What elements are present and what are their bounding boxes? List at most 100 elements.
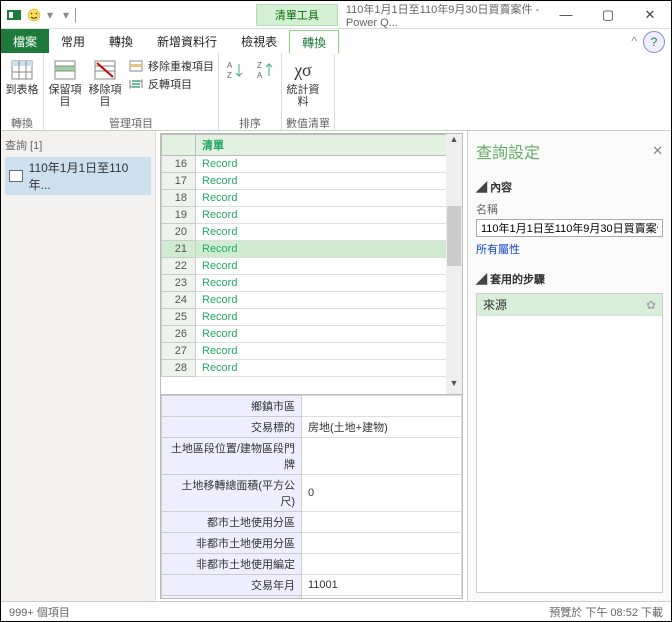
- ribbon-collapse[interactable]: ^: [631, 29, 643, 53]
- section-steps: 套用的步驟: [476, 271, 663, 287]
- sort-desc-icon: ZA: [253, 58, 277, 82]
- detail-row: 非都市土地使用編定: [162, 553, 462, 574]
- sort-asc-button[interactable]: AZ: [223, 56, 247, 82]
- reverse-items-button[interactable]: 反轉項目: [128, 76, 214, 92]
- row-value[interactable]: Record: [196, 292, 462, 309]
- row-value[interactable]: Record: [196, 173, 462, 190]
- list-row[interactable]: 18Record: [162, 190, 462, 207]
- close-button[interactable]: ✕: [629, 2, 671, 28]
- list-row[interactable]: 21Record: [162, 241, 462, 258]
- detail-key: 交易年月: [162, 574, 302, 595]
- scroll-thumb[interactable]: [447, 206, 461, 266]
- queries-pane: 查詢 [1] 110年1月1日至110年...: [1, 131, 156, 601]
- row-number: 23: [162, 275, 196, 292]
- list-row[interactable]: 25Record: [162, 309, 462, 326]
- query-item[interactable]: 110年1月1日至110年...: [5, 157, 151, 195]
- row-number: 20: [162, 224, 196, 241]
- list-scrollbar[interactable]: ▲ ▼: [446, 134, 462, 394]
- contextual-tools-label: 清單工具: [256, 4, 338, 26]
- row-value[interactable]: Record: [196, 343, 462, 360]
- group-manage: 保留項目 移除項目 移除重複項目 反轉項目 管理項目: [44, 53, 219, 130]
- list-row[interactable]: 28Record: [162, 360, 462, 377]
- list-row[interactable]: 17Record: [162, 173, 462, 190]
- svg-text:A: A: [257, 71, 263, 80]
- tab-home[interactable]: 常用: [49, 29, 97, 53]
- queries-header: 查詢 [1]: [5, 137, 151, 153]
- statusbar: 999+ 個項目 預覽於 下午 08:52 下載: [1, 601, 671, 621]
- row-value[interactable]: Record: [196, 207, 462, 224]
- settings-title: 查詢設定 ✕: [476, 139, 663, 163]
- tab-addcolumn[interactable]: 新增資料行: [145, 29, 229, 53]
- row-value[interactable]: Record: [196, 309, 462, 326]
- list-table: 清單 16Record17Record18Record19Record20Rec…: [161, 134, 462, 394]
- row-value[interactable]: Record: [196, 275, 462, 292]
- sigma-icon: χσ: [291, 58, 315, 82]
- maximize-button[interactable]: ▢: [587, 2, 629, 28]
- list-row[interactable]: 22Record: [162, 258, 462, 275]
- remove-items-button[interactable]: 移除項目: [88, 56, 122, 108]
- menubar: 檔案 常用 轉換 新增資料行 檢視表 轉換 ^ ?: [1, 29, 671, 53]
- row-number: 27: [162, 343, 196, 360]
- row-value[interactable]: Record: [196, 258, 462, 275]
- query-name-input[interactable]: [476, 219, 663, 237]
- status-left: 999+ 個項目: [9, 604, 70, 620]
- row-value[interactable]: Record: [196, 241, 462, 258]
- row-number: 28: [162, 360, 196, 377]
- detail-key: 都市土地使用分區: [162, 511, 302, 532]
- minimize-button[interactable]: —: [545, 2, 587, 28]
- query-icon: [9, 170, 23, 182]
- sort-asc-icon: AZ: [223, 58, 247, 82]
- tab-transform[interactable]: 轉換: [97, 29, 145, 53]
- detail-value: [302, 437, 462, 474]
- list-row[interactable]: 26Record: [162, 326, 462, 343]
- detail-key: 土地區段位置/建物區段門牌: [162, 437, 302, 474]
- row-value[interactable]: Record: [196, 326, 462, 343]
- detail-row: 土地區段位置/建物區段門牌: [162, 437, 462, 474]
- qat-overflow[interactable]: ▾ │: [63, 8, 80, 22]
- list-row[interactable]: 23Record: [162, 275, 462, 292]
- svg-text:Z: Z: [257, 61, 262, 70]
- to-table-button[interactable]: 到表格: [5, 56, 39, 96]
- dedup-icon: [128, 59, 144, 73]
- detail-value: [302, 553, 462, 574]
- applied-steps-list: 來源 ✿: [476, 293, 663, 593]
- group-numlist: χσ 統計資料 數值清單: [282, 53, 335, 130]
- status-right: 預覽於 下午 08:52 下載: [549, 604, 663, 620]
- tab-view[interactable]: 檢視表: [229, 29, 289, 53]
- list-row[interactable]: 16Record: [162, 156, 462, 173]
- row-value[interactable]: Record: [196, 360, 462, 377]
- step-source[interactable]: 來源 ✿: [477, 294, 662, 316]
- file-tab[interactable]: 檔案: [1, 29, 49, 53]
- gear-icon[interactable]: ✿: [646, 298, 656, 312]
- titlebar: ▾ ▾ │ 清單工具 110年1月1日至110年9月30日買賣案件 - Powe…: [1, 1, 671, 29]
- all-properties-link[interactable]: 所有屬性: [476, 241, 663, 257]
- keep-items-button[interactable]: 保留項目: [48, 56, 82, 108]
- help-button[interactable]: ?: [643, 31, 665, 53]
- scroll-down-icon[interactable]: ▼: [446, 378, 462, 394]
- close-settings-button[interactable]: ✕: [652, 143, 663, 159]
- detail-row: 都市土地使用分區: [162, 511, 462, 532]
- dropdown-icon[interactable]: ▾: [47, 8, 53, 22]
- scroll-up-icon[interactable]: ▲: [446, 134, 462, 150]
- statistics-button[interactable]: χσ 統計資料: [286, 56, 320, 108]
- row-value[interactable]: Record: [196, 224, 462, 241]
- quick-access: ▾ ▾ │: [1, 8, 86, 22]
- detail-key: 非都市土地使用編定: [162, 553, 302, 574]
- reverse-icon: [128, 77, 144, 91]
- row-value[interactable]: Record: [196, 156, 462, 173]
- query-settings-pane: 查詢設定 ✕ 內容 名稱 所有屬性 套用的步驟 來源 ✿: [467, 131, 671, 601]
- detail-value: [302, 511, 462, 532]
- list-row[interactable]: 27Record: [162, 343, 462, 360]
- record-detail: 鄉鎮市區交易標的房地(土地+建物)土地區段位置/建物區段門牌土地移轉總面積(平方…: [161, 394, 462, 598]
- detail-value: 0: [302, 474, 462, 511]
- keep-rows-icon: [53, 58, 77, 82]
- tab-transform-context[interactable]: 轉換: [289, 30, 339, 54]
- detail-row: 土地移轉總面積(平方公尺)0: [162, 474, 462, 511]
- sort-desc-button[interactable]: ZA: [253, 56, 277, 82]
- list-row[interactable]: 20Record: [162, 224, 462, 241]
- smiley-icon: [27, 8, 41, 22]
- row-value[interactable]: Record: [196, 190, 462, 207]
- list-row[interactable]: 19Record: [162, 207, 462, 224]
- list-row[interactable]: 24Record: [162, 292, 462, 309]
- remove-duplicates-button[interactable]: 移除重複項目: [128, 58, 214, 74]
